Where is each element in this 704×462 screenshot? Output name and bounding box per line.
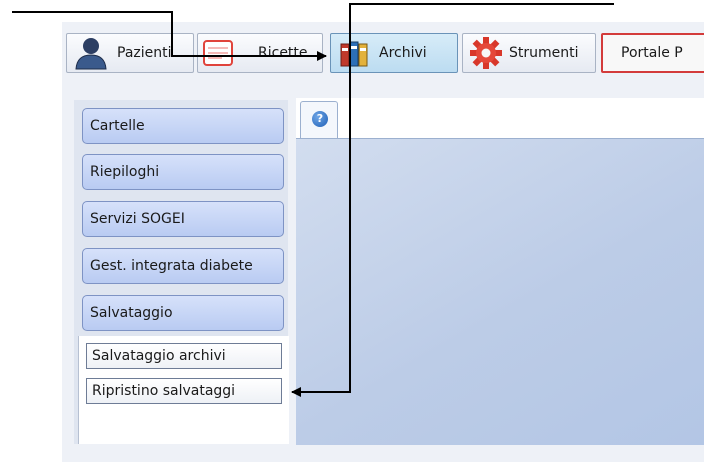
pazienti-button[interactable]: Pazienti [66,33,194,73]
ricette-button[interactable]: Ricette [197,33,323,73]
portale-label: Portale P [621,45,683,61]
submenu-item-label: Ripristino salvataggi [92,383,236,399]
tab-strip [296,98,704,138]
sidebar-item-label: Gest. integrata diabete [90,258,253,274]
salvataggio-archivi-button[interactable]: Salvataggio archivi [86,343,282,369]
binders-icon [339,38,375,68]
sidebar-item-riepiloghi[interactable]: Riepiloghi [82,154,284,190]
sidebar-item-label: Cartelle [90,118,145,134]
archivi-label: Archivi [379,45,427,61]
strumenti-label: Strumenti [509,45,579,61]
sidebar-item-servizi-sogei[interactable]: Servizi SOGEI [82,201,284,237]
sidebar-item-label: Salvataggio [90,305,173,321]
portale-button[interactable]: Portale P [601,33,704,73]
sidebar-item-gest-integrata-diabete[interactable]: Gest. integrata diabete [82,248,284,284]
sidebar-item-label: Servizi SOGEI [90,211,185,227]
sidebar-item-cartelle[interactable]: Cartelle [82,108,284,144]
strumenti-button[interactable]: Strumenti [462,33,596,73]
main-content-area [296,138,704,445]
ripristino-salvataggi-button[interactable]: Ripristino salvataggi [86,378,282,404]
submenu-item-label: Salvataggio archivi [92,348,226,364]
pazienti-label: Pazienti [117,45,172,61]
sidebar-item-salvataggio[interactable]: Salvataggio [82,295,284,331]
gear-icon [469,36,503,70]
user-icon [71,35,111,71]
tab-help[interactable]: ? [300,101,338,139]
prescription-icon [202,39,234,67]
sidebar-item-label: Riepiloghi [90,164,160,180]
help-icon: ? [312,111,328,127]
archivi-button[interactable]: Archivi [330,33,458,73]
ricette-label: Ricette [258,45,308,61]
